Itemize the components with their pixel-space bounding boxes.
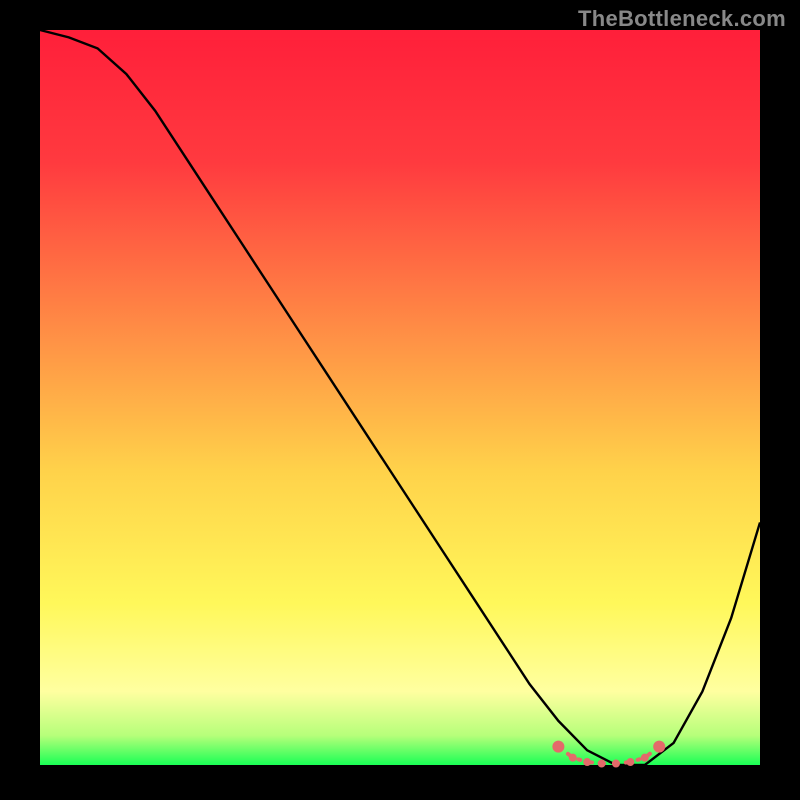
marker-dot <box>653 741 665 753</box>
marker-dot <box>583 758 591 766</box>
plot-background <box>40 30 760 765</box>
marker-dot <box>626 758 634 766</box>
chart-container: TheBottleneck.com <box>0 0 800 800</box>
marker-dot <box>598 760 606 768</box>
bottleneck-chart <box>0 0 800 800</box>
marker-dot <box>641 754 649 762</box>
marker-dot <box>552 741 564 753</box>
marker-dot <box>612 760 620 768</box>
marker-dot <box>569 754 577 762</box>
watermark-text: TheBottleneck.com <box>578 6 786 32</box>
